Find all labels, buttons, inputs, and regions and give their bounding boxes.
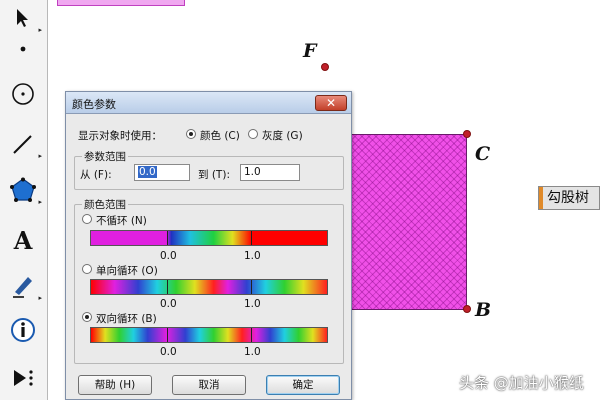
info-icon <box>9 316 37 348</box>
dialog-titlebar[interactable]: 颜色参数 ✕ <box>66 92 351 114</box>
colored-square[interactable] <box>349 134 467 310</box>
gradient-tick-start <box>167 280 168 294</box>
compass-icon <box>10 81 36 111</box>
tool-info[interactable] <box>2 312 44 352</box>
point-label-b[interactable]: B <box>475 299 491 321</box>
tool-marker[interactable]: ▸ <box>2 268 44 308</box>
tool-line[interactable]: ▸ <box>2 126 44 166</box>
point-b[interactable] <box>463 305 471 313</box>
watermark: 头条 @加油小猴纸 <box>459 374 584 392</box>
custom-tool-icon <box>10 365 36 395</box>
gradient-tick-end <box>251 231 252 245</box>
one-way-radio[interactable] <box>82 264 92 274</box>
cancel-button[interactable]: 取消 <box>172 375 246 395</box>
point-icon <box>18 39 28 58</box>
close-button[interactable]: ✕ <box>315 95 347 111</box>
point-c[interactable] <box>463 130 471 138</box>
one-way-label[interactable]: 单向循环 (O) <box>96 263 158 278</box>
no-cycle-radio[interactable] <box>82 214 92 224</box>
point-f[interactable] <box>321 63 329 71</box>
polygon-icon <box>10 177 36 207</box>
param-range-title: 参数范围 <box>82 149 128 164</box>
text-icon: A <box>13 225 33 255</box>
sketchpad-window: ▸ ▸ ▸ A ▸ F C B 勾股树 头条 @加油小猴纸 颜色参数 ✕ 显示对… <box>0 0 600 400</box>
to-value: 1.0 <box>244 166 261 178</box>
tool-polygon[interactable]: ▸ <box>2 172 44 212</box>
tool-text[interactable]: A <box>2 220 44 260</box>
more-tools-indicator: ▸ <box>38 152 42 160</box>
help-button[interactable]: 帮助 (H) <box>78 375 152 395</box>
dialog-title: 颜色参数 <box>72 98 116 111</box>
tick-label-end: 1.0 <box>244 298 261 310</box>
point-label-f[interactable]: F <box>303 40 317 62</box>
tick-label-end: 1.0 <box>244 346 261 358</box>
display-mode-label: 显示对象时使用： <box>78 130 162 142</box>
more-tools-indicator: ▸ <box>38 198 42 206</box>
color-parameters-dialog: 颜色参数 ✕ 显示对象时使用： 颜色 (C) 灰度 (G) 参数范围 从 (F)… <box>65 91 352 400</box>
tick-label-start: 0.0 <box>160 250 177 262</box>
pythagoras-tree-button[interactable]: 勾股树 <box>538 186 600 210</box>
point-label-c[interactable]: C <box>475 143 490 165</box>
ok-button[interactable]: 确定 <box>266 375 340 395</box>
to-input[interactable]: 1.0 <box>240 164 300 181</box>
from-label: 从 (F): <box>80 169 112 181</box>
gray-option-label[interactable]: 灰度 (G) <box>262 128 303 143</box>
two-way-radio[interactable] <box>82 312 92 322</box>
tool-compass[interactable] <box>2 76 44 116</box>
no-cycle-label[interactable]: 不循环 (N) <box>96 213 147 228</box>
to-label: 到 (T): <box>198 169 230 181</box>
toolbox: ▸ ▸ ▸ A ▸ <box>0 0 48 400</box>
no-cycle-gradient-bar <box>90 230 328 246</box>
color-range-title: 颜色范围 <box>82 197 128 212</box>
tick-label-start: 0.0 <box>160 298 177 310</box>
color-radio[interactable] <box>186 129 196 139</box>
more-tools-indicator: ▸ <box>38 294 42 302</box>
from-input[interactable]: 0.0 <box>134 164 190 181</box>
gradient-tick-end <box>251 328 252 342</box>
tick-label-end: 1.0 <box>244 250 261 262</box>
marker-pen-icon <box>10 273 36 303</box>
gray-radio[interactable] <box>248 129 258 139</box>
partial-shape-top[interactable] <box>57 0 185 6</box>
gradient-tick-start <box>167 328 168 342</box>
from-value: 0.0 <box>138 166 157 178</box>
line-segment-icon <box>11 132 35 160</box>
tool-custom[interactable] <box>2 360 44 400</box>
one-way-gradient-bar <box>90 279 328 295</box>
tick-label-start: 0.0 <box>160 346 177 358</box>
gradient-tick-end <box>251 280 252 294</box>
color-option-label[interactable]: 颜色 (C) <box>200 128 240 143</box>
close-icon: ✕ <box>325 96 337 110</box>
gradient-tick-start <box>167 231 168 245</box>
tool-point[interactable] <box>2 28 44 68</box>
two-way-label[interactable]: 双向循环 (B) <box>96 311 157 326</box>
two-way-gradient-bar <box>90 327 328 343</box>
